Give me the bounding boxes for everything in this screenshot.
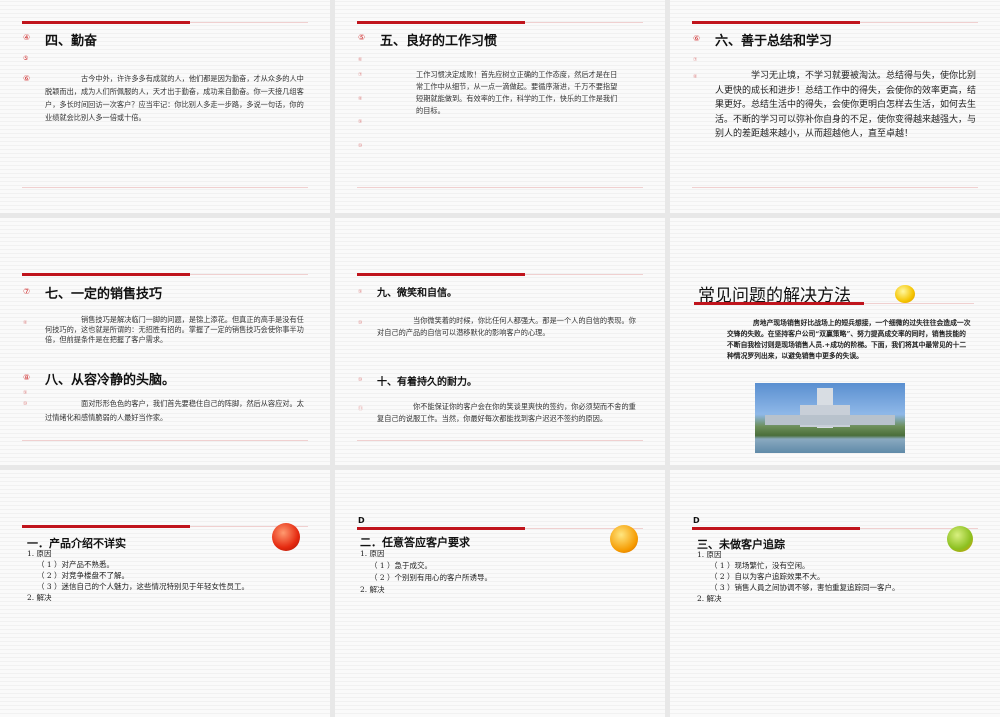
smiley-emoji-icon bbox=[610, 525, 638, 553]
title-underline bbox=[357, 21, 525, 24]
divider bbox=[525, 274, 643, 275]
bullet: ⑤ bbox=[358, 33, 366, 42]
bullet: ⑤ bbox=[23, 55, 29, 62]
divider bbox=[864, 303, 974, 304]
list-line: （ 2 ）对竞争楼盘不了解。 bbox=[37, 571, 130, 580]
bullet: ⑥ bbox=[358, 57, 363, 63]
divider bbox=[22, 440, 308, 441]
body-text: 销售技巧是解决临门一脚的问题，是锦上添花。但真正的高手是没有任何技巧的，这也就是… bbox=[45, 315, 304, 344]
paragraph: 短期就能做到。有效率的工作，科学的工作，快乐的工作是我们 bbox=[416, 94, 618, 103]
list-line: 1. 原因 bbox=[27, 549, 52, 558]
bullet: ⑧ bbox=[358, 96, 363, 102]
bullet: ⑧ bbox=[693, 74, 698, 80]
bullet: ⑦ bbox=[23, 287, 31, 296]
bullet: ⑦ bbox=[693, 57, 698, 63]
body-text: 学习无止境，不学习就要被淘汰。总结得与失，使你比别人更快的成长和进步！总结工作中… bbox=[715, 71, 977, 139]
slide-thumbnail-6[interactable]: 常见问题的解决方法 房地产现场销售好比战场上的短兵想接，一个细微的过失往往会造成… bbox=[670, 218, 1000, 465]
title-underline bbox=[357, 273, 525, 276]
building-photo bbox=[755, 383, 905, 453]
title-underline bbox=[22, 21, 190, 24]
title-underline bbox=[22, 273, 190, 276]
bullet: ⑨ bbox=[23, 390, 28, 396]
title-underline bbox=[692, 527, 860, 530]
divider bbox=[357, 440, 643, 441]
slide-title: 四、勤奋 bbox=[45, 34, 98, 49]
list-line: 1. 原因 bbox=[360, 549, 385, 558]
bullet: ⑩ bbox=[358, 143, 363, 149]
slide-body: 销售技巧是解决临门一脚的问题，是锦上添花。但真正的高手是没有任何技巧的，这也就是… bbox=[45, 315, 307, 345]
bullet: ⑥ bbox=[23, 74, 31, 83]
devil-emoji-icon bbox=[272, 523, 300, 551]
body-text: 古今中外，许许多多有成就的人，他们都是因为勤奋，才从众多的人中脱颖而出，成为人们… bbox=[45, 74, 304, 122]
slide-title: 九、微笑和自信。 bbox=[377, 288, 457, 299]
body-text: 面对形形色色的客户，我们首先要稳住自己的阵脚，然后从容应对。太过情绪化和感情脆弱… bbox=[45, 399, 304, 422]
slide-thumbnail-9[interactable]: D 三、未做客户追踪 1. 原因 （ 1 ）现场繁忙，没有空闲。 （ 2 ）自以… bbox=[670, 470, 1000, 717]
slide-subtitle: 八、从容冷静的头脑。 bbox=[45, 373, 176, 388]
list-line: （ 2 ）个别别有用心的客户所诱导。 bbox=[370, 573, 493, 582]
body-text: 你不能保证你的客户会在你的笑谈里爽快的签约，你必须契而不舍的重复自己的说服工作。… bbox=[377, 402, 636, 423]
emoji-face-icon bbox=[895, 285, 915, 303]
bullet: ⑩ bbox=[23, 401, 28, 407]
slide-title: 六、善于总结和学习 bbox=[715, 34, 833, 49]
divider bbox=[22, 187, 308, 188]
slide-thumbnail-7[interactable]: 一．产品介绍不详实 1. 原因 （ 1 ）对产品不熟悉。 （ 2 ）对竞争楼盘不… bbox=[0, 470, 330, 717]
list-line: 2. 解决 bbox=[360, 585, 385, 594]
list-line: 2. 解决 bbox=[27, 593, 52, 602]
bullet: ⑦ bbox=[358, 72, 363, 78]
slide-label: D bbox=[358, 516, 365, 525]
slide-label: D bbox=[693, 516, 700, 525]
slide-thumbnail-3[interactable]: ⑥ 六、善于总结和学习 ⑦ ⑧ 学习无止境，不学习就要被淘汰。总结得与失，使你比… bbox=[670, 0, 1000, 213]
slide-body-2: 你不能保证你的客户会在你的笑谈里爽快的签约，你必须契而不舍的重复自己的说服工作。… bbox=[377, 401, 639, 425]
bullet: ⑨ bbox=[358, 119, 363, 125]
paragraph: 的目标。 bbox=[416, 106, 445, 115]
slide-thumbnail-5[interactable]: ⑨ 九、微笑和自信。 ⑩ 当你微笑着的时候，你比任何人都强大。那是一个人的自信的… bbox=[335, 218, 665, 465]
divider bbox=[860, 22, 978, 23]
title-underline bbox=[22, 525, 190, 528]
body-text: 房地产现场销售好比战场上的短兵想接，一个细微的过失往往会造成一次交锋的失败。在坚… bbox=[727, 319, 971, 360]
list-line: （ 1 ）对产品不熟悉。 bbox=[37, 560, 115, 569]
title-underline bbox=[694, 302, 864, 305]
list-line: （ 2 ）自以为客户追踪效果不大。 bbox=[710, 572, 825, 581]
title-underline bbox=[357, 527, 525, 530]
bullet: ⑨ bbox=[358, 289, 363, 295]
bullet: ⑩ bbox=[358, 377, 363, 383]
slide-subtitle: 十、有着持久的耐力。 bbox=[377, 377, 477, 388]
slide-body: 学习无止境，不学习就要被淘汰。总结得与失，使你比别人更快的成长和进步！总结工作中… bbox=[715, 69, 977, 142]
slide-body: 古今中外，许许多多有成就的人，他们都是因为勤奋，才从众多的人中脱颖而出，成为人们… bbox=[45, 72, 307, 124]
green-emoji-icon bbox=[947, 526, 973, 552]
slide-body: 当你微笑着的时候，你比任何人都强大。那是一个人的自信的表现。你对自己的产品的自信… bbox=[377, 315, 639, 339]
slide-thumbnail-2[interactable]: ⑤ 五、良好的工作习惯 ⑥ ⑦ ⑧ ⑨ ⑩ 工作习惯决定成败！首先应树立正确的工… bbox=[335, 0, 665, 213]
divider bbox=[525, 22, 643, 23]
slide-thumbnail-1[interactable]: ④ 四、勤奋 ⑤ ⑥ 古今中外，许许多多有成就的人，他们都是因为勤奋，才从众多的… bbox=[0, 0, 330, 213]
slide-thumbnail-8[interactable]: D 二．任意答应客户要求 1. 原因 （ 1 ）急于成交。 （ 2 ）个别别有用… bbox=[335, 470, 665, 717]
paragraph: 工作习惯决定成败！首先应树立正确的工作态度，然后才是在日 bbox=[416, 70, 618, 79]
slide-thumbnail-4[interactable]: ⑦ 七、一定的销售技巧 ⑧ 销售技巧是解决临门一脚的问题，是锦上添花。但真正的高… bbox=[0, 218, 330, 465]
list-line: 2. 解决 bbox=[697, 594, 722, 603]
bullet: ④ bbox=[23, 33, 31, 42]
paragraph: 常工作中从细节，从一点一滴做起。要循序渐进，千万不要指望 bbox=[416, 82, 618, 91]
bullet: ⑧ bbox=[23, 320, 28, 326]
divider bbox=[190, 22, 308, 23]
divider bbox=[190, 274, 308, 275]
bullet: ⑪ bbox=[358, 406, 364, 412]
bullet: ⑥ bbox=[693, 34, 701, 43]
list-line: 1. 原因 bbox=[697, 550, 722, 559]
slide-body: 工作习惯决定成败！首先应树立正确的工作态度，然后才是在日 常工作中从细节，从一点… bbox=[380, 69, 642, 117]
list-line: （ 1 ）现场繁忙，没有空闲。 bbox=[710, 561, 810, 570]
slide-body-2: 面对形形色色的客户，我们首先要稳住自己的阵脚，然后从容应对。太过情绪化和感情脆弱… bbox=[45, 397, 307, 425]
list-line: （ 3 ）销售人員之间协调不够，害怕重复追踪同一客户。 bbox=[710, 583, 900, 592]
list-line: （ 1 ）急于成交。 bbox=[370, 561, 433, 570]
divider bbox=[692, 187, 978, 188]
list-line: （ 3 ）迷信自己的个人魅力，这些情况特别见于年轻女性员工。 bbox=[37, 582, 250, 591]
bullet: ⑩ bbox=[358, 320, 363, 326]
body-text: 当你微笑着的时候，你比任何人都强大。那是一个人的自信的表现。你对自己的产品的自信… bbox=[377, 316, 636, 337]
slide-body: 房地产现场销售好比战场上的短兵想接，一个细微的过失往往会造成一次交锋的失败。在坚… bbox=[727, 318, 972, 362]
bullet: ⑧ bbox=[23, 373, 31, 382]
divider bbox=[357, 187, 643, 188]
title-underline bbox=[692, 21, 860, 24]
slide-title: 五、良好的工作习惯 bbox=[380, 34, 498, 49]
slide-title: 七、一定的销售技巧 bbox=[45, 287, 163, 302]
